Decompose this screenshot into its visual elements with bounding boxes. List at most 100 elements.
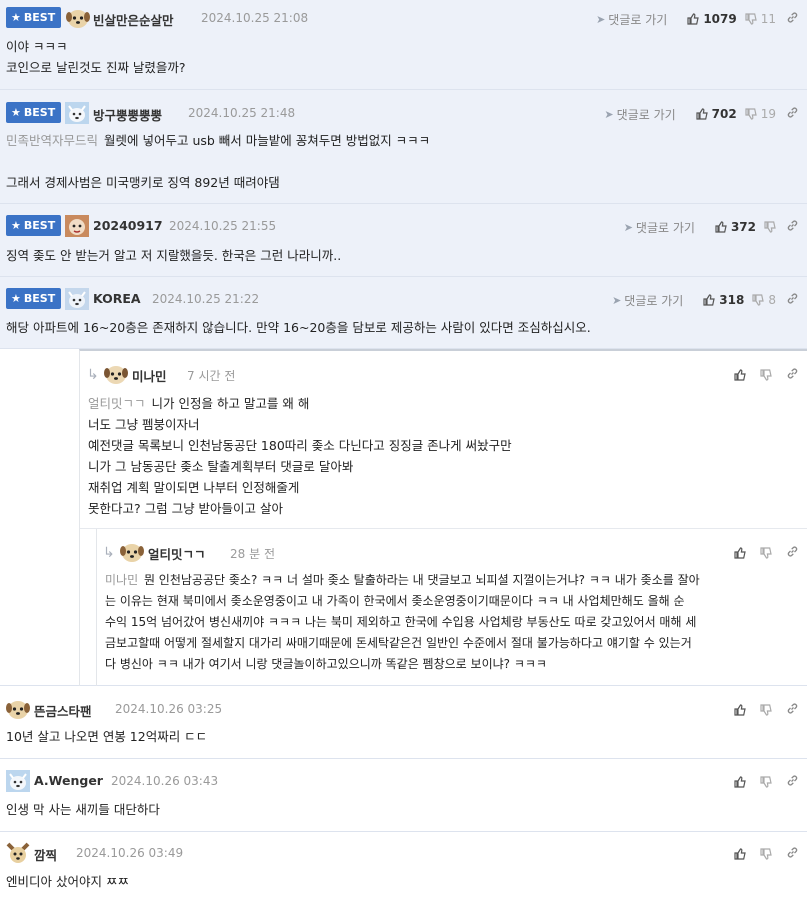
- comment-item: ★ BEST 20240917 2024.10.25 21:55 ➤ 댓글로 가기 …: [0, 204, 807, 277]
- send-arrow-icon: ➤: [596, 12, 606, 26]
- upvote-button[interactable]: [734, 547, 746, 559]
- comment-body: 징역 좆도 안 받는거 알고 저 지랄했을듯. 한국은 그런 나라니까..: [6, 248, 342, 263]
- thumbs-up-icon: [734, 547, 746, 559]
- downvote-button[interactable]: [760, 848, 772, 860]
- star-icon: ★: [11, 292, 21, 305]
- thumbs-down-icon: [760, 776, 772, 788]
- downvote-button[interactable]: [760, 776, 772, 788]
- comment-header: ↳ 미나민 7 시간 전: [80, 363, 807, 389]
- upvote-count: 1079: [703, 12, 737, 26]
- comment-nickname[interactable]: 얼티밋ㄱㄱ: [148, 544, 206, 563]
- comment-nickname[interactable]: 빈살만은순살만: [93, 10, 174, 29]
- thumbs-down-icon: [745, 13, 757, 25]
- downvote-button[interactable]: [764, 221, 776, 233]
- downvote-button[interactable]: 19: [745, 107, 776, 121]
- thumbs-up-icon: [734, 369, 746, 381]
- avatar: [65, 102, 89, 124]
- copy-link-icon[interactable]: [786, 106, 799, 122]
- thumbs-up-icon: [687, 13, 700, 25]
- avatar: [104, 366, 128, 384]
- comment-item: A.Wenger 2024.10.26 03:43 인생 막 사는 새끼들 대단…: [0, 759, 807, 832]
- comment-header: 깜찍 2024.10.26 03:49: [0, 842, 807, 868]
- comment-body: 엔비디아 샀어야지 ㅉㅉ: [6, 874, 129, 889]
- send-arrow-icon: ➤: [623, 220, 633, 234]
- upvote-button[interactable]: 318: [703, 293, 744, 307]
- avatar: [6, 842, 30, 863]
- thumbs-up-icon: [696, 108, 708, 120]
- downvote-count: 11: [760, 12, 776, 26]
- upvote-button[interactable]: [734, 776, 746, 788]
- comment-header: ★ BEST KOREA 2024.10.25 21:22 ➤ 댓글로 가기 318…: [0, 288, 807, 314]
- upvote-button[interactable]: [734, 704, 746, 716]
- copy-link-icon[interactable]: [786, 367, 799, 383]
- thumbs-up-icon: [703, 294, 716, 306]
- comment-header: ★ BEST 빈살만은순살만 2024.10.25 21:08 ➤ 댓글로 가기 1…: [0, 7, 807, 33]
- copy-link-icon[interactable]: [786, 11, 799, 27]
- avatar: [66, 10, 90, 28]
- comment-item: 깜찍 2024.10.26 03:49 엔비디아 샀어야지 ㅉㅉ: [0, 832, 807, 898]
- copy-link-icon[interactable]: [786, 846, 799, 862]
- comment-nickname[interactable]: 뜬금스타팬: [34, 701, 92, 720]
- comment-nickname[interactable]: 깜찍: [34, 845, 57, 864]
- comment-date: 7 시간 전: [187, 369, 236, 383]
- mention-link[interactable]: 미나민: [105, 573, 138, 587]
- comment-body: 미나민 뭔 인천남공공단 좆소? ㅋㅋ 너 설마 좆소 탈출하라는 내 댓글보고…: [105, 573, 700, 671]
- thumbs-up-icon: [734, 704, 746, 716]
- copy-link-icon[interactable]: [786, 702, 799, 718]
- downvote-button[interactable]: 11: [745, 12, 776, 26]
- upvote-button[interactable]: 372: [715, 220, 756, 234]
- copy-link-icon[interactable]: [786, 545, 799, 561]
- comment-body: 인생 막 사는 새끼들 대단하다: [6, 802, 160, 817]
- comment-date: 2024.10.25 21:22: [152, 292, 260, 306]
- avatar: [65, 215, 89, 237]
- comment-item: 뜬금스타팬 2024.10.26 03:25 10년 살고 나오면 연봉 12억…: [0, 686, 807, 759]
- comment-nickname[interactable]: A.Wenger: [34, 773, 103, 788]
- reply-arrow-icon: ↳: [87, 367, 99, 383]
- goto-comment-link[interactable]: ➤ 댓글로 가기: [624, 219, 695, 236]
- comment-nickname[interactable]: KOREA: [93, 291, 141, 306]
- goto-comment-link[interactable]: ➤ 댓글로 가기: [612, 292, 683, 309]
- mention-link[interactable]: 민족반역자무드릭: [6, 133, 98, 148]
- thumbs-down-icon: [760, 848, 772, 860]
- reply-arrow-icon: ↳: [103, 545, 115, 561]
- downvote-button[interactable]: 8: [752, 293, 776, 307]
- downvote-button[interactable]: [760, 547, 772, 559]
- upvote-button[interactable]: 702: [696, 107, 737, 121]
- comment-nickname[interactable]: 20240917: [93, 218, 163, 233]
- copy-link-icon[interactable]: [786, 219, 799, 235]
- comment-item: ★ BEST 방구뿡뿡뿡뿡 2024.10.25 21:48 ➤ 댓글로 가기 70…: [0, 90, 807, 204]
- copy-link-icon[interactable]: [786, 292, 799, 308]
- comment-nickname[interactable]: 미나민: [132, 366, 167, 385]
- star-icon: ★: [11, 11, 21, 24]
- upvote-count: 702: [711, 107, 737, 121]
- downvote-count: 8: [768, 293, 776, 307]
- mention-link[interactable]: 얼티밋ㄱㄱ: [88, 396, 146, 411]
- thumbs-down-icon: [760, 704, 772, 716]
- copy-link-icon[interactable]: [786, 774, 799, 790]
- comment-body: 10년 살고 나오면 연봉 12억짜리 ㄷㄷ: [6, 729, 208, 744]
- best-badge: ★ BEST: [6, 215, 62, 236]
- comment-header: A.Wenger 2024.10.26 03:43: [0, 770, 807, 796]
- downvote-button[interactable]: [760, 369, 772, 381]
- downvote-button[interactable]: [760, 704, 772, 716]
- thumbs-down-icon: [745, 108, 757, 120]
- comment-date: 2024.10.25 21:08: [201, 11, 309, 25]
- comment-item: ★ BEST KOREA 2024.10.25 21:22 ➤ 댓글로 가기 318…: [0, 277, 807, 349]
- send-arrow-icon: ➤: [604, 107, 614, 121]
- comment-nickname[interactable]: 방구뿡뿡뿡뿡: [93, 105, 162, 124]
- upvote-button[interactable]: 1079: [687, 12, 737, 26]
- upvote-button[interactable]: [734, 369, 746, 381]
- best-badge: ★ BEST: [6, 288, 62, 309]
- comment-date: 2024.10.25 21:48: [188, 106, 296, 120]
- best-badge: ★ BEST: [6, 102, 62, 123]
- goto-comment-link[interactable]: ➤ 댓글로 가기: [596, 11, 667, 28]
- thumbs-down-icon: [764, 221, 776, 233]
- upvote-count: 318: [719, 293, 745, 307]
- avatar: [65, 288, 89, 310]
- goto-comment-link[interactable]: ➤ 댓글로 가기: [604, 106, 675, 123]
- thumbs-up-icon: [715, 221, 727, 233]
- thumbs-down-icon: [752, 294, 765, 306]
- downvote-count: 19: [760, 107, 776, 121]
- best-badge: ★ BEST: [6, 7, 62, 28]
- upvote-button[interactable]: [734, 848, 746, 860]
